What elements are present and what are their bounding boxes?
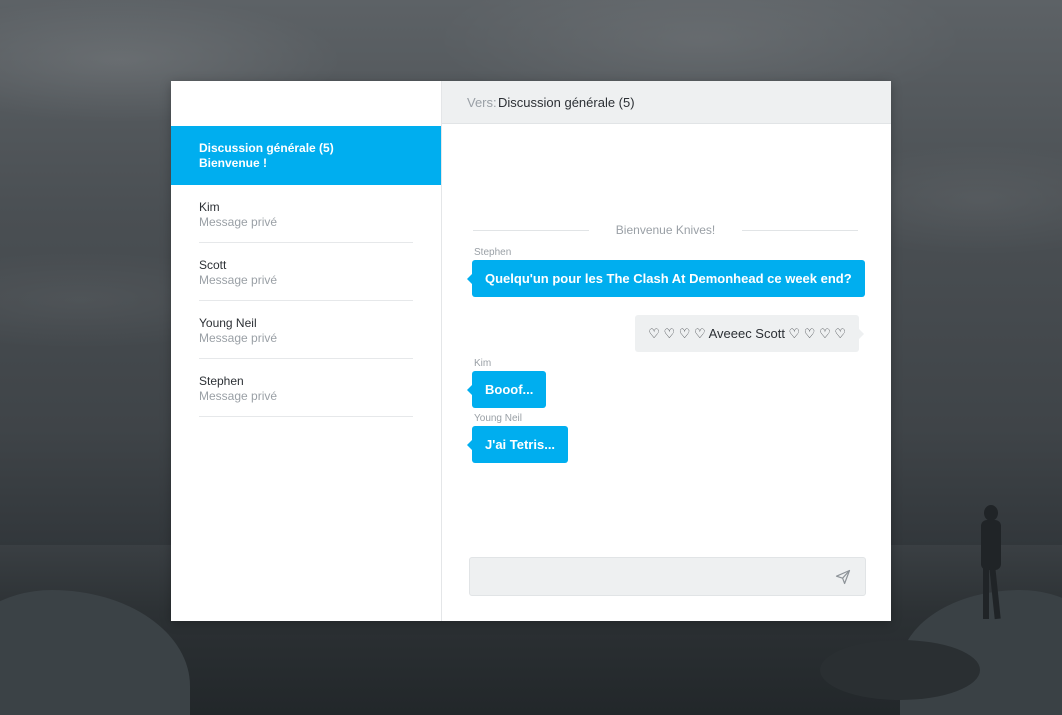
send-button[interactable] [835, 569, 851, 585]
channel-item-stephen[interactable]: Stephen Message privé [171, 359, 441, 417]
conversation-header: Vers: Discussion générale (5) [442, 81, 891, 124]
channel-subtitle: Message privé [199, 331, 278, 345]
channel-item-general[interactable]: Discussion générale (5) Bienvenue ! [171, 126, 441, 185]
channel-name: Stephen [199, 374, 244, 388]
paper-plane-icon [835, 569, 851, 585]
channel-subtitle: Message privé [199, 215, 278, 229]
message-list: Bienvenue Knives! Stephen Quelqu'un pour… [442, 124, 891, 554]
channel-subtitle: Bienvenue ! [199, 156, 268, 170]
recipient-label: Vers: [467, 95, 497, 110]
message-bubble-outgoing: ♡ ♡ ♡ ♡ Aveeec Scott ♡ ♡ ♡ ♡ [635, 315, 864, 352]
message-input[interactable] [480, 558, 824, 597]
chat-window: Discussion générale (5) Bienvenue ! Kim … [171, 81, 891, 621]
background-person-silhouette [978, 505, 1004, 620]
channel-name: Scott [199, 258, 227, 272]
channel-subtitle: Message privé [199, 389, 278, 403]
channel-subtitle: Message privé [199, 273, 278, 287]
channel-item-kim[interactable]: Kim Message privé [171, 185, 441, 243]
channel-name: Young Neil [199, 316, 257, 330]
channel-item-young-neil[interactable]: Young Neil Message privé [171, 301, 441, 359]
message-author: Kim [474, 358, 492, 369]
channel-list: Discussion générale (5) Bienvenue ! Kim … [171, 126, 441, 417]
channel-name: Kim [199, 200, 220, 214]
welcome-divider: Bienvenue Knives! [473, 221, 858, 237]
message-bubble-incoming: Quelqu'un pour les The Clash At Demonhea… [467, 260, 865, 297]
background-skate-bowl-bottom [820, 640, 980, 700]
message-bubble-incoming: J'ai Tetris... [466, 426, 569, 463]
channel-item-scott[interactable]: Scott Message privé [171, 243, 441, 301]
conversation-panel: Vers: Discussion générale (5) Bienvenue … [442, 81, 891, 621]
channel-sidebar: Discussion générale (5) Bienvenue ! Kim … [171, 81, 442, 621]
message-bubble-incoming: Booof... [466, 371, 547, 408]
recipient-name: Discussion générale (5) [498, 95, 635, 110]
message-author: Stephen [474, 247, 512, 258]
message-composer [469, 557, 866, 597]
message-author: Young Neil [474, 413, 523, 424]
channel-name: Discussion générale (5) [199, 141, 334, 155]
